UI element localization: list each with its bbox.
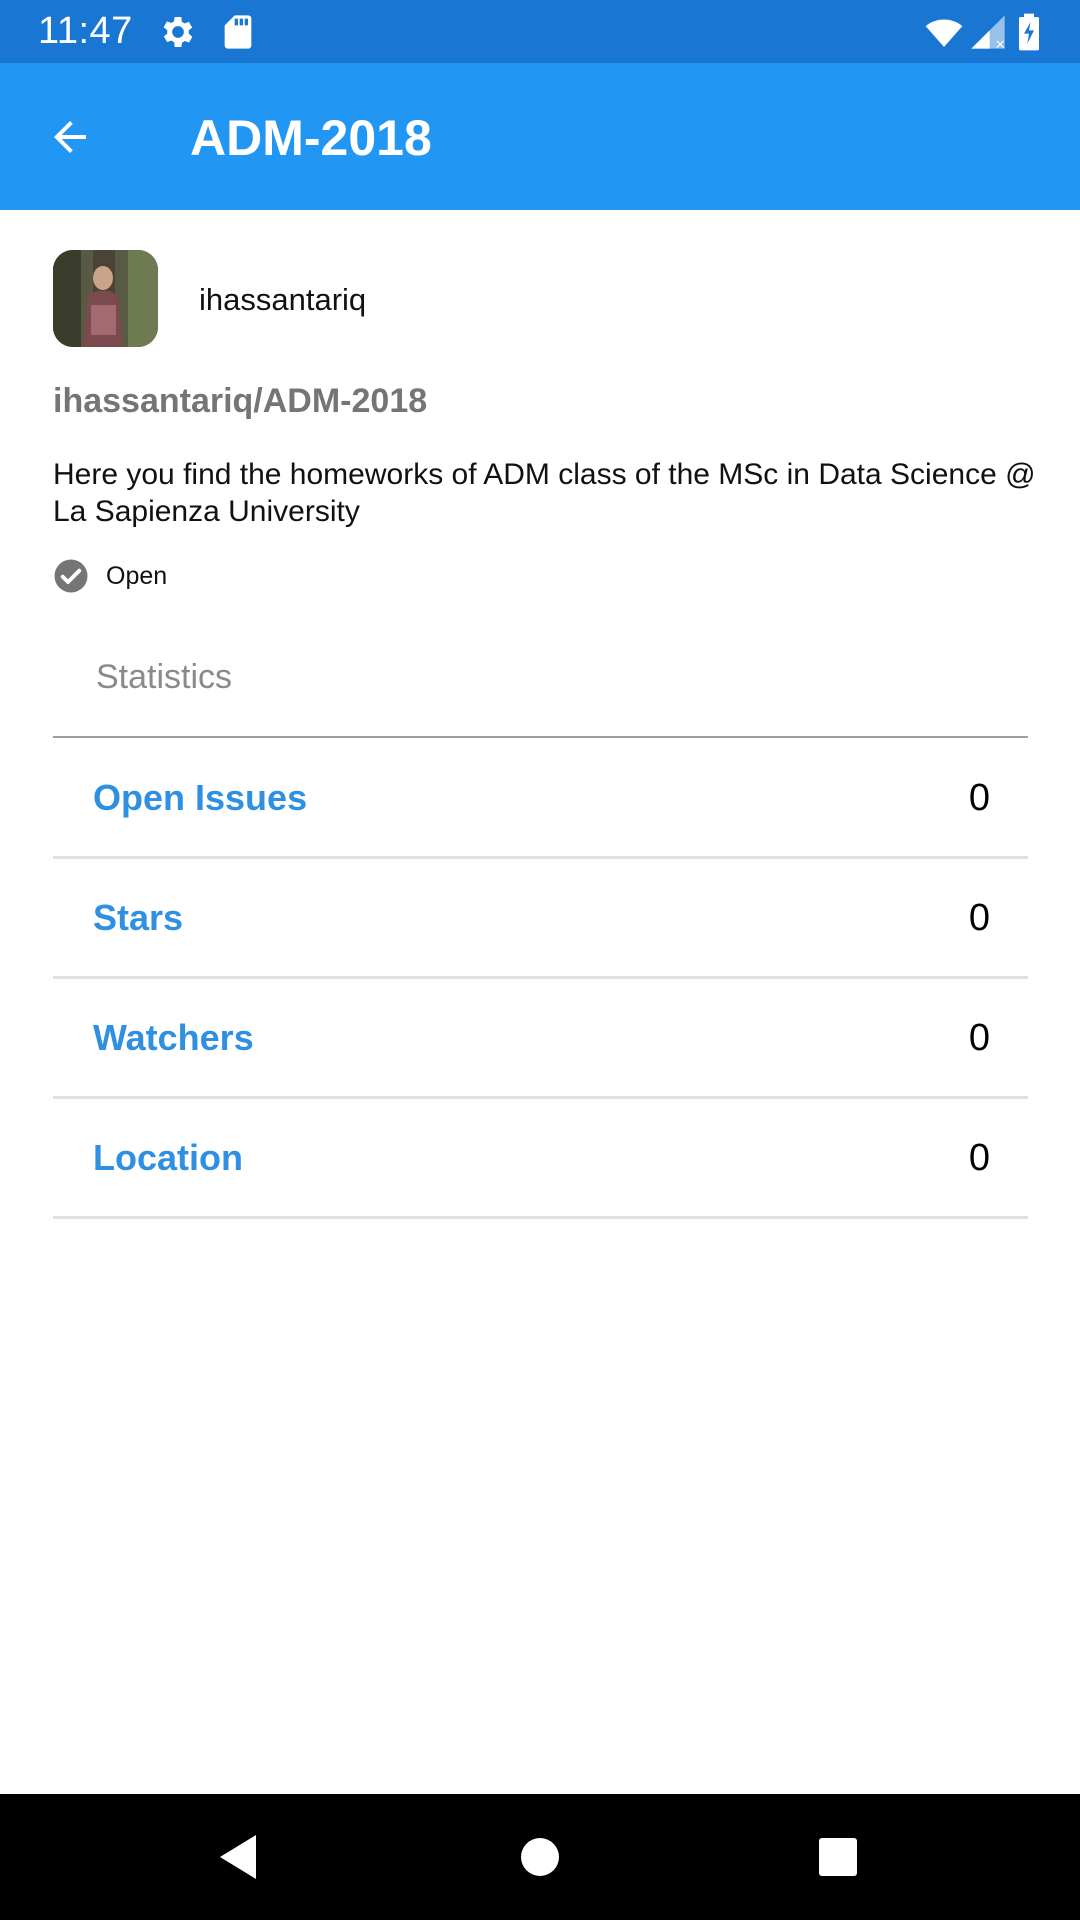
back-triangle-icon	[220, 1835, 256, 1879]
stat-value: 0	[968, 1017, 990, 1059]
wifi-icon	[925, 19, 963, 47]
status-bar: 11:47 ×	[0, 0, 1080, 63]
arrow-back-icon	[54, 121, 86, 153]
avatar-photo	[53, 250, 158, 347]
battery-charging-icon	[1019, 13, 1039, 51]
state-label: Open	[106, 561, 168, 590]
stat-label: Watchers	[93, 1017, 254, 1058]
stat-value: 0	[968, 897, 990, 939]
sd-card-icon	[224, 15, 252, 49]
statistics-header: Statistics	[96, 658, 233, 696]
stat-label: Stars	[93, 897, 184, 938]
svg-text:×: ×	[995, 38, 1006, 52]
stat-row-watchers[interactable]: Watchers 0	[53, 979, 1028, 1099]
repo-full-name: ihassantariq/ADM-2018	[53, 382, 428, 420]
divider	[53, 736, 1028, 738]
nav-home-button[interactable]	[512, 1829, 568, 1885]
page-title: ADM-2018	[190, 110, 432, 166]
nav-back-button[interactable]	[210, 1829, 266, 1885]
repo-description: Here you find the homeworks of ADM class…	[53, 458, 1036, 528]
back-button[interactable]	[36, 103, 104, 171]
nav-recents-button[interactable]	[810, 1829, 866, 1885]
stat-row-location[interactable]: Location 0	[53, 1099, 1028, 1219]
status-time: 11:47	[38, 10, 133, 52]
stat-label: Location	[93, 1137, 243, 1178]
stat-row-stars[interactable]: Stars 0	[53, 859, 1028, 979]
recents-square-icon	[819, 1838, 857, 1876]
check-circle-icon	[54, 559, 88, 593]
stat-row-open-issues[interactable]: Open Issues 0	[53, 739, 1028, 859]
stat-value: 0	[968, 1137, 990, 1179]
owner-name[interactable]: ihassantariq	[199, 282, 366, 318]
stat-value: 0	[968, 777, 990, 819]
gear-icon	[163, 17, 193, 47]
avatar[interactable]	[53, 250, 158, 347]
signal-icon: ×	[971, 15, 1006, 52]
repo-state: Open	[53, 558, 167, 594]
home-circle-icon	[521, 1838, 559, 1876]
navigation-bar	[0, 1794, 1080, 1920]
stat-label: Open Issues	[93, 777, 308, 818]
app-bar: ADM-2018	[0, 63, 1080, 210]
